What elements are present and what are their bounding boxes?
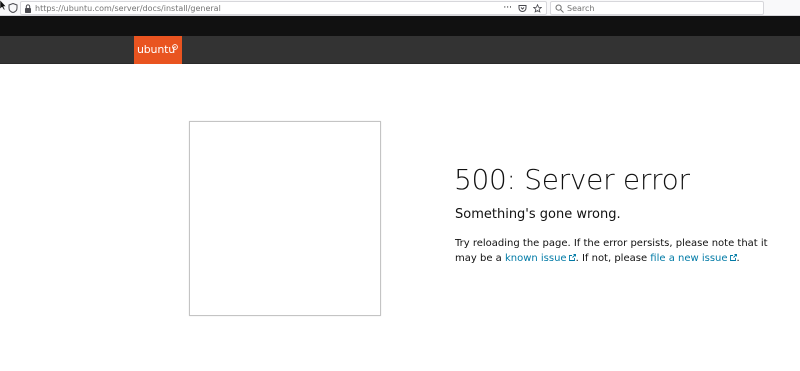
error-image-placeholder (189, 121, 381, 316)
logo-text: ubuntu (137, 43, 175, 56)
known-issue-label[interactable]: known issue (505, 253, 567, 264)
browser-toolbar: https://ubuntu.com/server/docs/install/g… (0, 0, 800, 16)
error-text-end: . (736, 253, 740, 264)
page-title: 500: Server error (454, 163, 690, 196)
ubuntu-logo[interactable]: ubuntu (134, 36, 182, 64)
file-new-issue-label[interactable]: file a new issue (650, 253, 727, 264)
mouse-cursor-icon (0, 0, 6, 10)
circle-of-friends-icon (172, 44, 178, 50)
address-bar[interactable]: https://ubuntu.com/server/docs/install/g… (20, 1, 547, 15)
search-bar[interactable]: Search (550, 1, 764, 15)
site-navbar: ubuntu (0, 36, 800, 64)
star-icon[interactable] (533, 4, 542, 13)
pocket-icon[interactable] (518, 4, 527, 13)
external-link-icon (729, 254, 737, 261)
search-icon (555, 4, 564, 13)
page-actions-icon[interactable]: ··· (503, 3, 512, 14)
file-new-issue-link[interactable]: file a new issue (650, 253, 737, 264)
error-message: Try reloading the page. If the error per… (455, 236, 775, 266)
global-nav-strip (0, 16, 800, 36)
url-text[interactable]: https://ubuntu.com/server/docs/install/g… (35, 3, 221, 14)
external-link-icon (568, 254, 576, 261)
search-placeholder[interactable]: Search (567, 3, 594, 14)
error-text-middle: . If not, please (575, 253, 651, 264)
shield-icon[interactable] (8, 3, 18, 13)
known-issue-link[interactable]: known issue (505, 253, 576, 264)
error-subtitle: Something's gone wrong. (455, 207, 621, 222)
lock-icon[interactable] (24, 4, 32, 13)
